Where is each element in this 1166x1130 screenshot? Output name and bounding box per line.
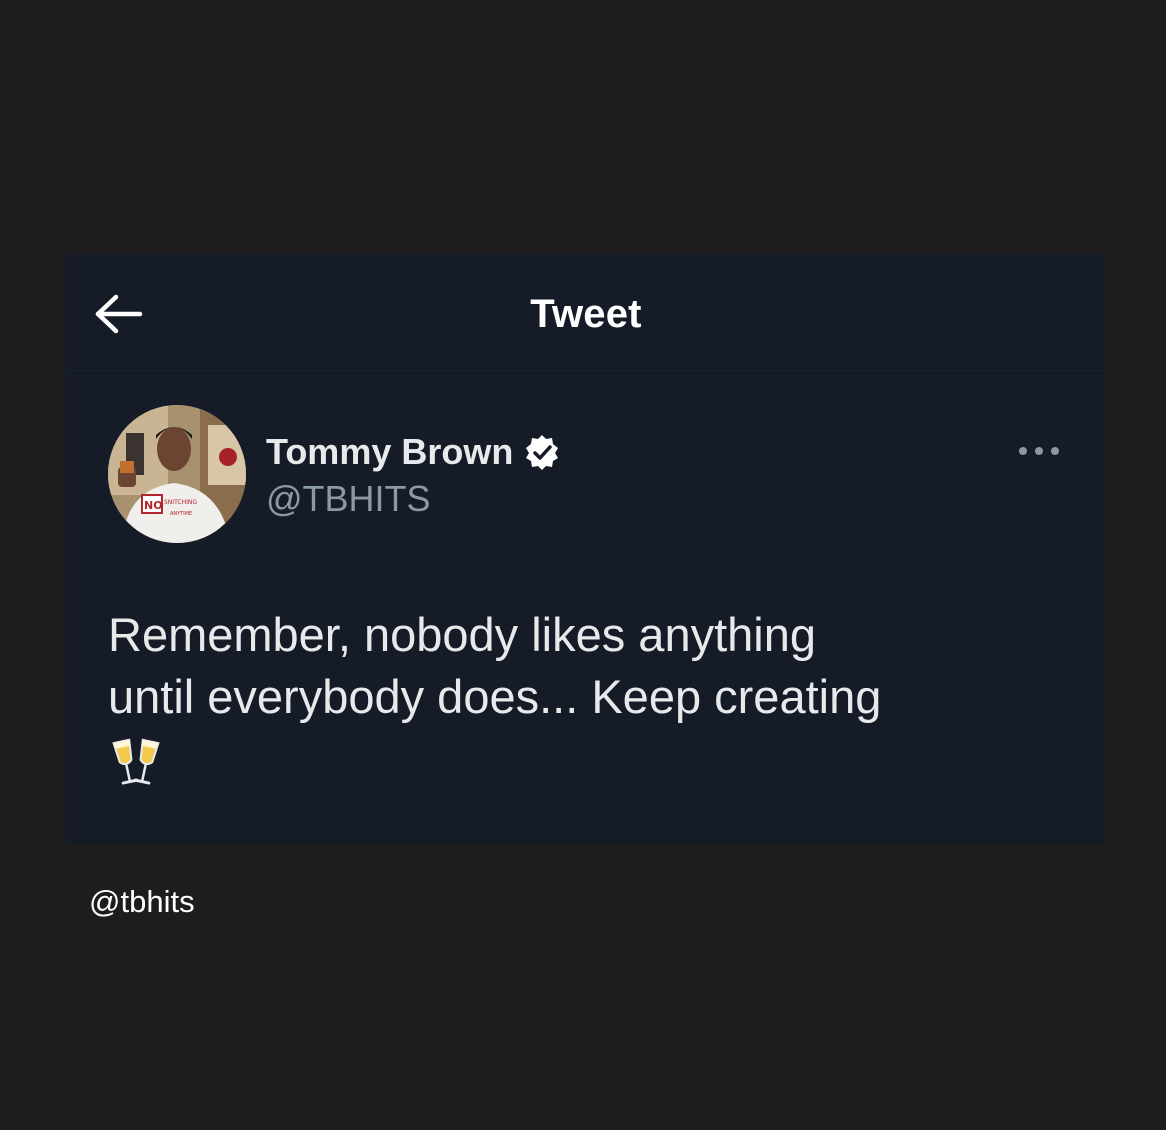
clinking-glasses-icon [112, 738, 160, 785]
watermark-handle: @tbhits [89, 884, 195, 919]
author-name-row: Tommy Brown [266, 430, 561, 474]
tweet-card: Tweet NO SNITCHING ANYTIME Tommy Brown @… [66, 254, 1106, 844]
author-handle[interactable]: @TBHITS [266, 478, 561, 520]
more-options-button[interactable] [1014, 437, 1064, 465]
more-options-icon [1019, 447, 1059, 455]
svg-text:ANYTIME: ANYTIME [170, 511, 192, 517]
page-title: Tweet [530, 292, 642, 336]
svg-text:SNITCHING: SNITCHING [164, 499, 197, 506]
avatar[interactable]: NO SNITCHING ANYTIME [108, 405, 246, 543]
top-navigation-bar: Tweet [66, 254, 1106, 371]
tweet-emoji-line [108, 728, 1068, 791]
tweet-text-line: Remember, nobody likes anything [108, 608, 817, 661]
verified-badge-icon [526, 435, 559, 470]
author-name[interactable]: Tommy Brown [266, 431, 513, 473]
svg-text:NO: NO [144, 499, 163, 512]
profile-photo: NO SNITCHING ANYTIME [108, 405, 246, 543]
tweet-text-line: until everybody does... Keep creating [108, 670, 882, 723]
tweet-text: Remember, nobody likes anything until ev… [108, 604, 1068, 791]
author-info[interactable]: Tommy Brown @TBHITS [266, 430, 561, 520]
